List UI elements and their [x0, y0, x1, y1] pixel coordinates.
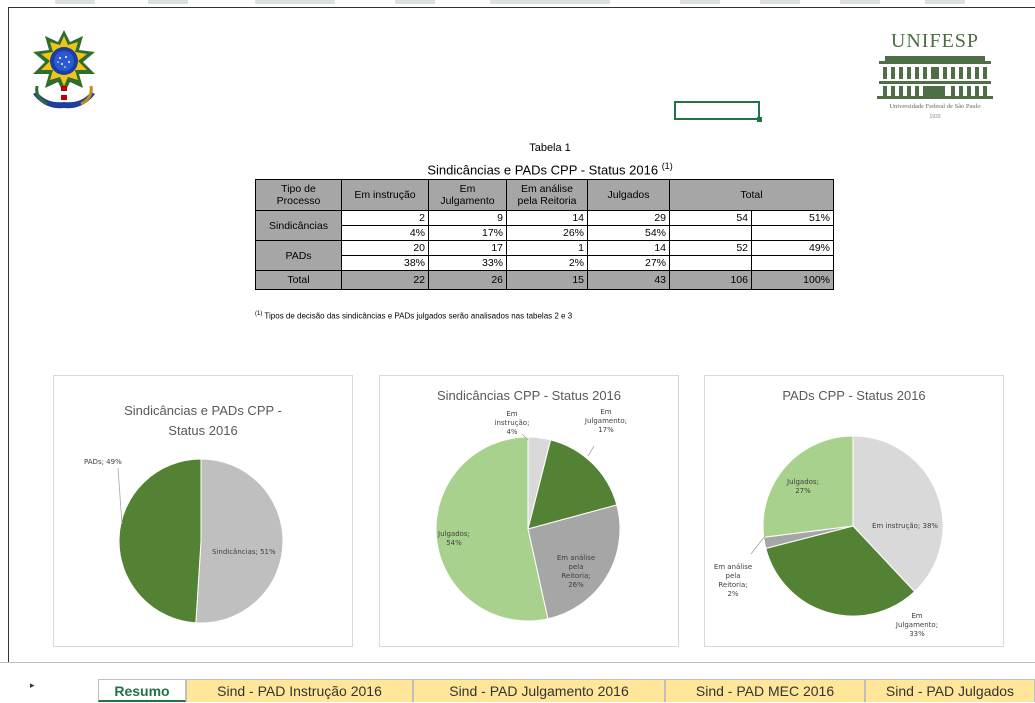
- strip-segment: [925, 0, 965, 4]
- sheet-nav-arrow[interactable]: ▸: [30, 680, 35, 691]
- table-cell: 9: [428, 210, 507, 226]
- table-cell: 14: [506, 210, 588, 226]
- table-cell: 26%: [506, 225, 588, 241]
- tab-resumo[interactable]: Resumo: [98, 679, 186, 702]
- data-label: Em instrução; 38%: [872, 522, 938, 530]
- header-cell: Total: [669, 179, 834, 211]
- table-title: Sindicâncias e PADs CPP - Status 2016 (1…: [255, 161, 845, 177]
- tab-sind-pad-julgados[interactable]: Sind - PAD Julgados: [865, 679, 1035, 702]
- table-title-note: (1): [661, 161, 673, 171]
- pie-slice[interactable]: [195, 458, 284, 624]
- table-row: Sindicâncias 2 9 14 29 54 51%: [255, 210, 834, 241]
- footnote-mark: (1): [255, 311, 263, 317]
- data-label: Em análise pela Reitoria; 2%: [714, 563, 752, 598]
- data-label: Sindicâncias; 51%: [212, 548, 276, 556]
- strip-segment: [55, 0, 95, 4]
- fill-handle[interactable]: [757, 117, 762, 122]
- table-header-row: Tipo de Processo Em instrução Em Julgame…: [255, 179, 834, 211]
- table-cell: 54: [669, 210, 752, 226]
- unifesp-building-icon: [877, 56, 993, 99]
- header-cell: Tipo de Processo: [255, 179, 342, 211]
- table-cell: [669, 255, 752, 271]
- table-row: PADs 20 17 1 14 52 49%: [255, 240, 834, 271]
- tab-sind-pad-julgamento-2016[interactable]: Sind - PAD Julgamento 2016: [413, 679, 665, 702]
- table-caption: Tabela 1: [529, 142, 571, 154]
- header-cell: Em instrução: [341, 179, 429, 211]
- chart-sindicancias-status[interactable]: Sindicâncias CPP - Status 2016 Em instruç…: [379, 375, 679, 647]
- table-cell: 2%: [506, 255, 588, 271]
- footnote-text: Tipos de decisão das sindicâncias e PADs…: [264, 311, 573, 321]
- brasil-coat-of-arms-logo: [33, 30, 95, 109]
- strip-segment: [680, 0, 720, 4]
- table-cell: 106: [669, 270, 752, 290]
- data-label: Em instrução; 4%: [495, 410, 530, 436]
- strip-segment: [255, 0, 335, 4]
- table-cell: 20: [341, 240, 429, 256]
- table-cell: 54%: [587, 225, 670, 241]
- chart-svg: Em instrução; 4%Em Julgamento; 17%Em análise…: [435, 408, 627, 622]
- table-cell: 49%: [751, 240, 834, 256]
- table-cell: [751, 255, 834, 271]
- table-cell: [669, 225, 752, 241]
- table-cell: 26: [428, 270, 507, 290]
- table-cell: 38%: [341, 255, 429, 271]
- table-cell: [751, 225, 834, 241]
- unifesp-logo-year: 1933: [929, 114, 941, 120]
- pie-slice[interactable]: [118, 458, 202, 624]
- strip-segment: [760, 0, 800, 4]
- tab-sind-pad-mec-2016[interactable]: Sind - PAD MEC 2016: [665, 679, 865, 702]
- table-cell: 14: [587, 240, 670, 256]
- strip-segment: [148, 0, 188, 4]
- unifesp-logo: UNIFESP Universidade Federal de São Paul…: [860, 30, 1010, 130]
- strip-segment: [840, 0, 880, 4]
- chart-pads-status[interactable]: PADs CPP - Status 2016 Em instrução; 38%…: [704, 375, 1004, 647]
- selected-cell[interactable]: [674, 101, 760, 120]
- chart-svg: Sindicâncias; 51% PADs; 49%: [84, 458, 284, 624]
- row-label: Sindicâncias: [255, 210, 342, 241]
- tab-sind-pad-instrucao-2016[interactable]: Sind - PAD Instrução 2016: [186, 679, 413, 702]
- table-cell: 27%: [587, 255, 670, 271]
- unifesp-logo-title: UNIFESP: [890, 30, 980, 52]
- leader-line: [750, 535, 766, 555]
- table-cell: 1: [506, 240, 588, 256]
- table-cell: 17: [428, 240, 507, 256]
- total-label: Total: [255, 270, 342, 290]
- table-cell: 33%: [428, 255, 507, 271]
- table-total-row: Total 22 26 15 43 106 100%: [255, 270, 834, 290]
- table-cell: 43: [587, 270, 670, 290]
- table-cell: 15: [506, 270, 588, 290]
- row-label: PADs: [255, 240, 342, 271]
- table-row: 4% 17% 26% 54%: [256, 225, 834, 241]
- table-cell: 4%: [341, 225, 429, 241]
- leader-line: [117, 467, 123, 525]
- header-cell: Julgados: [587, 179, 670, 211]
- top-strip: [0, 0, 1035, 7]
- table-cell: 29: [587, 210, 670, 226]
- data-label: Em Julgamento; 33%: [895, 612, 938, 638]
- header-cell: Em análise pela Reitoria: [506, 179, 588, 211]
- table-cell: 22: [341, 270, 429, 290]
- table-cell: 100%: [751, 270, 834, 290]
- unifesp-logo-subtitle: Universidade Federal de São Paulo: [889, 103, 981, 110]
- chart-total-status[interactable]: Sindicâncias e PADs CPP - Status 2016 Si…: [53, 375, 353, 647]
- status-table: Tipo de Processo Em instrução Em Julgame…: [255, 179, 834, 290]
- table-cell: 2: [341, 210, 429, 226]
- strip-segment: [395, 0, 435, 4]
- table-footnote: (1) Tipos de decisão das sindicâncias e …: [255, 311, 572, 321]
- chart-svg: Em instrução; 38% Em Julgamento; 33% Em anál…: [714, 435, 944, 638]
- table-title-text: Sindicâncias e PADs CPP - Status 2016: [427, 162, 659, 178]
- strip-segment: [490, 0, 610, 4]
- table-cell: 52: [669, 240, 752, 256]
- header-cell: Em Julgamento: [428, 179, 507, 211]
- table-cell: 51%: [751, 210, 834, 226]
- data-label: Em Julgamento; 17%: [584, 408, 627, 434]
- table-cell: 17%: [428, 225, 507, 241]
- leader-line: [587, 445, 595, 457]
- data-label: PADs; 49%: [84, 458, 122, 466]
- table-row: 38% 33% 2% 27%: [256, 255, 834, 271]
